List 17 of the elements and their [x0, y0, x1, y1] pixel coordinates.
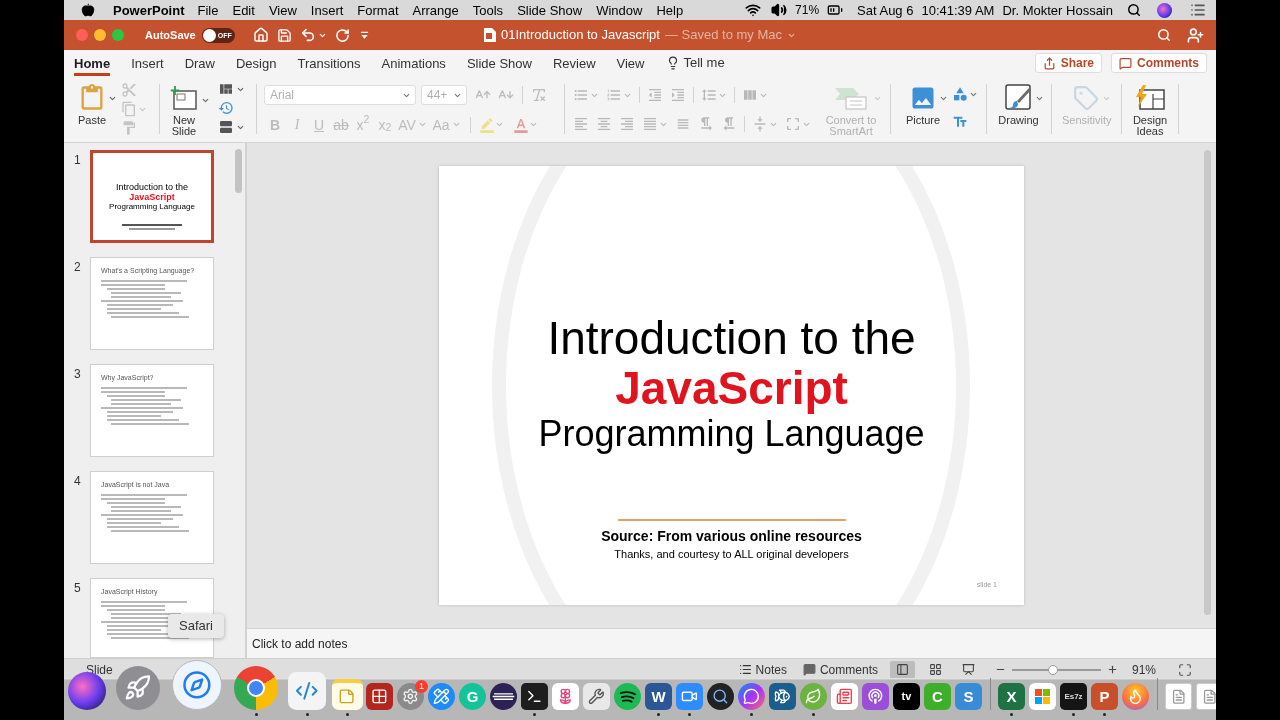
source-line: Source: From various online resources — [601, 527, 862, 545]
slide-title-emphasis: JavaScript — [615, 363, 848, 413]
battery-percentage: 71% — [795, 4, 820, 16]
slide-number: 5 — [74, 582, 82, 594]
autosave-label: AutoSave — [145, 27, 196, 43]
slide-number: 1 — [74, 154, 82, 166]
slide-number: 2 — [74, 261, 82, 273]
thumbnail-title-emphasis: JavaScript — [129, 192, 175, 202]
credit-line: Thanks, and courtesy to ALL original developers — [614, 547, 849, 561]
slide-title: Introduction to the — [547, 313, 916, 363]
document-title: 01Introduction to Javascript — [501, 26, 660, 45]
slide-subtitle: Programming Language — [538, 413, 925, 455]
thumbnail-subtitle: Programming Language — [109, 202, 195, 212]
slide-number: 4 — [74, 475, 82, 487]
tooltip: Safari — [168, 614, 224, 638]
slide-number: 3 — [74, 368, 82, 380]
thumbnail-title: Introduction to the — [115, 182, 189, 192]
